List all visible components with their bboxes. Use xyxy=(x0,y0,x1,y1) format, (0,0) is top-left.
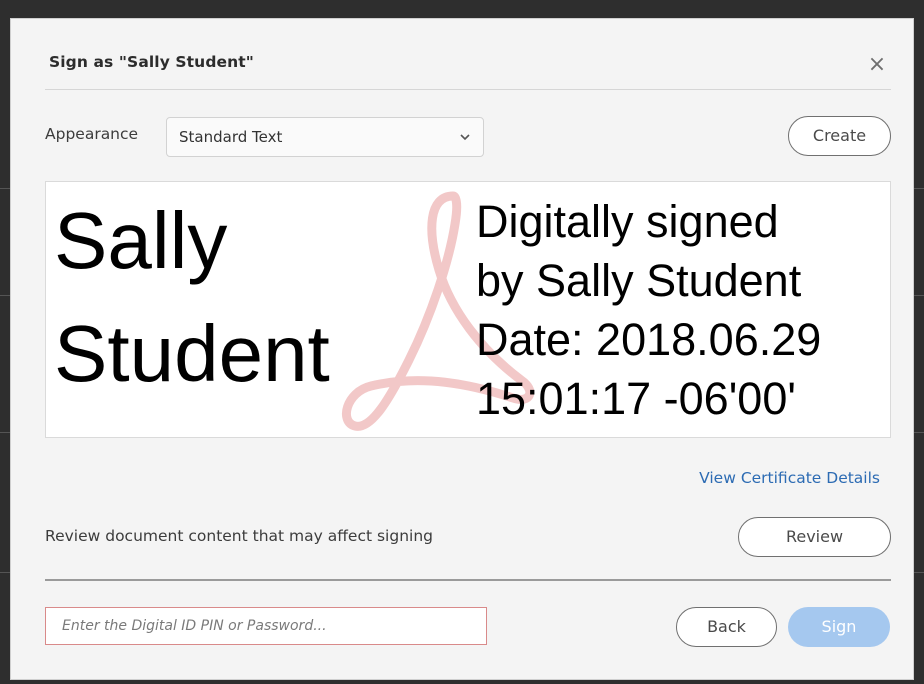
background-line xyxy=(0,572,10,573)
signature-detail-line: Digitally signed xyxy=(476,196,779,247)
signature-detail-line: Date: 2018.06.29 xyxy=(476,314,822,365)
close-icon[interactable]: × xyxy=(867,54,887,76)
signature-name-line: Student xyxy=(54,309,330,398)
chevron-down-icon xyxy=(460,134,470,141)
review-description: Review document content that may affect … xyxy=(45,527,433,545)
signature-name: Sally Student xyxy=(54,184,330,410)
background-line xyxy=(0,432,10,433)
review-button[interactable]: Review xyxy=(738,517,891,557)
view-certificate-details-link[interactable]: View Certificate Details xyxy=(699,469,880,487)
divider xyxy=(45,579,891,581)
signature-detail-line: by Sally Student xyxy=(476,255,802,306)
sign-button[interactable]: Sign xyxy=(788,607,890,647)
signature-details: Digitally signed by Sally Student Date: … xyxy=(476,192,821,428)
create-button[interactable]: Create xyxy=(788,116,891,156)
background-line xyxy=(0,188,10,189)
appearance-select[interactable]: Standard Text xyxy=(166,117,484,157)
background-line xyxy=(0,295,10,296)
signature-preview: Sally Student Digitally signed by Sally … xyxy=(45,181,891,438)
signature-detail-line: 15:01:17 -06'00' xyxy=(476,373,796,424)
background-line xyxy=(914,572,924,573)
appearance-select-value: Standard Text xyxy=(179,128,283,146)
background-line xyxy=(914,432,924,433)
back-button[interactable]: Back xyxy=(676,607,777,647)
appearance-label: Appearance xyxy=(45,125,139,143)
dialog-title: Sign as "Sally Student" xyxy=(49,53,254,71)
sign-dialog: Sign as "Sally Student" × Appearance Sta… xyxy=(10,18,914,680)
background-line xyxy=(914,295,924,296)
background-line xyxy=(914,188,924,189)
divider xyxy=(45,89,891,90)
signature-name-line: Sally xyxy=(54,196,228,285)
pin-password-input[interactable] xyxy=(45,607,487,645)
